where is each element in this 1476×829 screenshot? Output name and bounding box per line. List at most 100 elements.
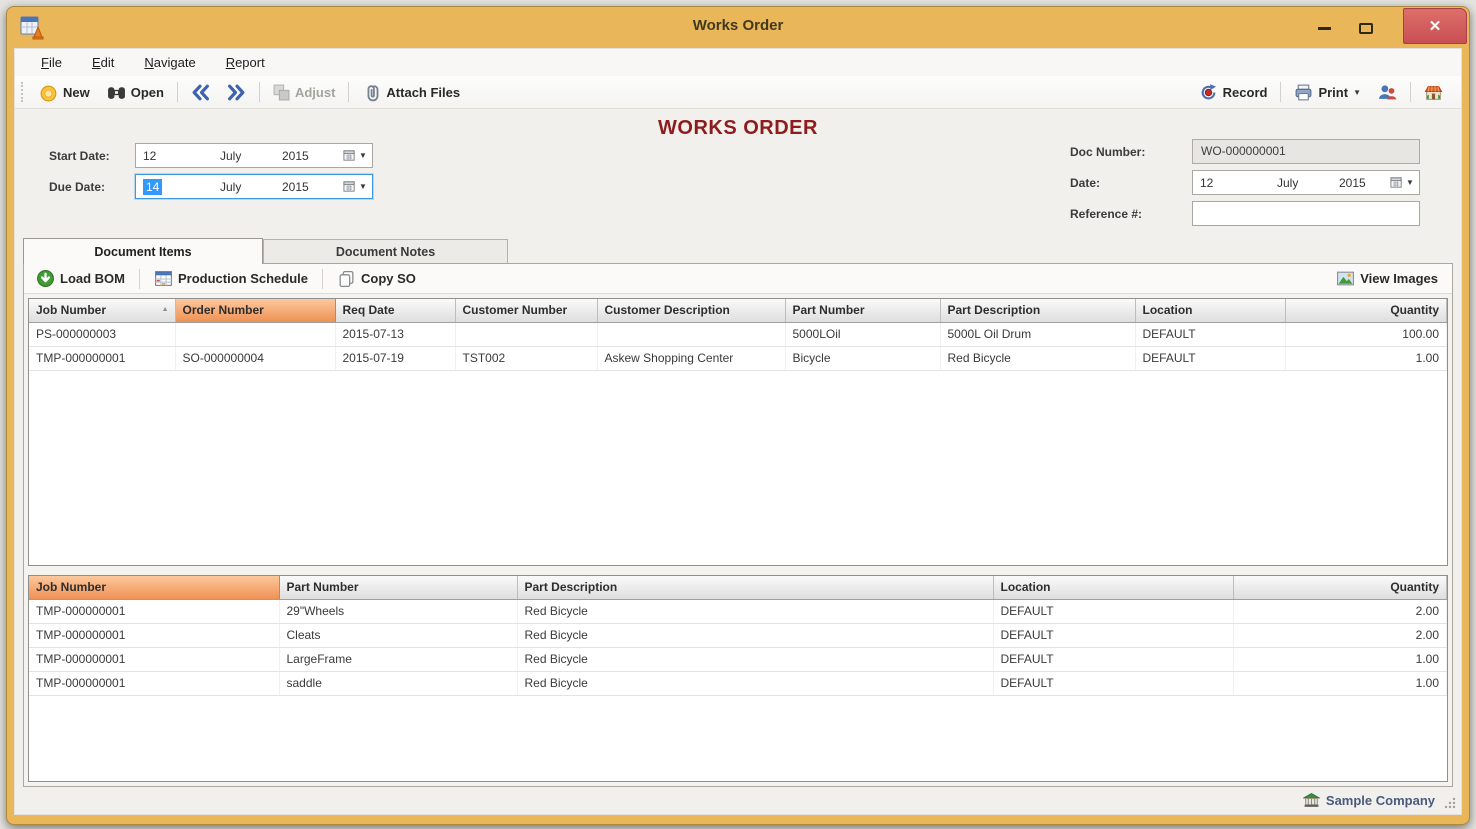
open-button[interactable]: Open	[103, 80, 168, 105]
doc-date-day[interactable]: 12	[1193, 176, 1277, 190]
column-header[interactable]: Part Description	[940, 299, 1135, 322]
table-cell[interactable]: 2.00	[1233, 623, 1447, 647]
column-header[interactable]: Quantity	[1233, 576, 1447, 599]
adjust-button[interactable]: Adjust	[269, 81, 339, 104]
table-cell[interactable]: DEFAULT	[1135, 322, 1285, 346]
column-header[interactable]: Quantity	[1285, 299, 1447, 322]
reference-input[interactable]	[1192, 201, 1420, 226]
table-cell[interactable]: DEFAULT	[993, 647, 1233, 671]
due-date-year[interactable]: 2015	[282, 180, 338, 194]
start-date-month[interactable]: July	[220, 149, 282, 163]
table-cell[interactable]: LargeFrame	[279, 647, 517, 671]
table-cell[interactable]: Red Bicycle	[517, 671, 993, 695]
table-cell[interactable]: Red Bicycle	[940, 346, 1135, 370]
column-header[interactable]: Job Number	[29, 576, 279, 599]
table-cell[interactable]: TMP-000000001	[29, 647, 279, 671]
table-cell[interactable]	[175, 322, 335, 346]
column-header[interactable]: Part Number	[279, 576, 517, 599]
table-cell[interactable]: 1.00	[1233, 647, 1447, 671]
table-cell[interactable]: 100.00	[1285, 322, 1447, 346]
table-row[interactable]: TMP-00000000129"WheelsRed BicycleDEFAULT…	[29, 599, 1447, 623]
record-button[interactable]: Record	[1195, 80, 1272, 105]
table-cell[interactable]: Askew Shopping Center	[597, 346, 785, 370]
column-header[interactable]: Job Number▲	[29, 299, 175, 322]
maximize-button[interactable]	[1347, 13, 1385, 43]
table-cell[interactable]: DEFAULT	[1135, 346, 1285, 370]
table-cell[interactable]: 2.00	[1233, 599, 1447, 623]
table-cell[interactable]	[455, 322, 597, 346]
minimize-button[interactable]	[1305, 13, 1343, 43]
production-schedule-button[interactable]: Production Schedule	[150, 266, 312, 291]
toolbar-grip[interactable]	[21, 82, 24, 102]
table-cell[interactable]: Cleats	[279, 623, 517, 647]
store-button[interactable]	[1420, 80, 1447, 105]
load-bom-button[interactable]: Load BOM	[32, 266, 129, 291]
tab-document-items[interactable]: Document Items	[23, 238, 263, 264]
due-date-field[interactable]: 14 July 2015 ▼	[135, 174, 373, 199]
menu-file[interactable]: File	[41, 55, 62, 70]
view-images-button[interactable]: View Images	[1332, 266, 1442, 291]
start-date-field[interactable]: 12 July 2015 ▼	[135, 143, 373, 168]
table-row[interactable]: TMP-000000001SO-0000000042015-07-19TST00…	[29, 346, 1447, 370]
table-row[interactable]: TMP-000000001CleatsRed BicycleDEFAULT2.0…	[29, 623, 1447, 647]
start-date-calendar-button[interactable]: ▼	[338, 149, 372, 162]
copy-so-button[interactable]: Copy SO	[333, 266, 420, 291]
table-cell[interactable]: TMP-000000001	[29, 599, 279, 623]
table-cell[interactable]: 2015-07-13	[335, 322, 455, 346]
doc-date-year[interactable]: 2015	[1339, 176, 1385, 190]
due-date-day[interactable]: 14	[136, 180, 220, 194]
column-header[interactable]: Location	[993, 576, 1233, 599]
column-header[interactable]: Order Number	[175, 299, 335, 322]
table-cell[interactable]: Bicycle	[785, 346, 940, 370]
menu-report[interactable]: Report	[226, 55, 265, 70]
menu-edit[interactable]: Edit	[92, 55, 114, 70]
table-cell[interactable]: Red Bicycle	[517, 623, 993, 647]
resize-grip[interactable]	[1444, 797, 1456, 809]
table-cell[interactable]: 1.00	[1233, 671, 1447, 695]
table-cell[interactable]: 5000L Oil Drum	[940, 322, 1135, 346]
table-cell[interactable]: DEFAULT	[993, 599, 1233, 623]
doc-date-field[interactable]: 12 July 2015 ▼	[1192, 170, 1420, 195]
tab-document-notes[interactable]: Document Notes	[263, 239, 508, 263]
table-cell[interactable]: 1.00	[1285, 346, 1447, 370]
table-cell[interactable]: TMP-000000001	[29, 671, 279, 695]
column-header[interactable]: Customer Number	[455, 299, 597, 322]
attach-files-button[interactable]: Attach Files	[358, 80, 464, 105]
due-date-calendar-button[interactable]: ▼	[338, 180, 372, 193]
table-cell[interactable]: TMP-000000001	[29, 346, 175, 370]
start-date-year[interactable]: 2015	[282, 149, 338, 163]
column-header[interactable]: Part Description	[517, 576, 993, 599]
column-header[interactable]: Req Date	[335, 299, 455, 322]
due-date-month[interactable]: July	[220, 180, 282, 194]
table-cell[interactable]: DEFAULT	[993, 623, 1233, 647]
print-dropdown-caret[interactable]: ▼	[1353, 88, 1361, 97]
next-record-button[interactable]	[223, 80, 250, 105]
table-cell[interactable]: TST002	[455, 346, 597, 370]
close-button[interactable]: ✕	[1403, 8, 1467, 44]
table-cell[interactable]: TMP-000000001	[29, 623, 279, 647]
table-cell[interactable]: 2015-07-19	[335, 346, 455, 370]
doc-date-month[interactable]: July	[1277, 176, 1339, 190]
table-cell[interactable]: Red Bicycle	[517, 647, 993, 671]
table-cell[interactable]: Red Bicycle	[517, 599, 993, 623]
table-cell[interactable]	[597, 322, 785, 346]
table-cell[interactable]: PS-000000003	[29, 322, 175, 346]
column-header[interactable]: Location	[1135, 299, 1285, 322]
table-row[interactable]: PS-000000003 2015-07-13 5000LOil5000L Oil …	[29, 322, 1447, 346]
users-button[interactable]	[1374, 80, 1401, 105]
menu-navigate[interactable]: Navigate	[144, 55, 195, 70]
table-cell[interactable]: 5000LOil	[785, 322, 940, 346]
column-header[interactable]: Customer Description	[597, 299, 785, 322]
table-cell[interactable]: SO-000000004	[175, 346, 335, 370]
table-cell[interactable]: saddle	[279, 671, 517, 695]
table-row[interactable]: TMP-000000001LargeFrameRed BicycleDEFAUL…	[29, 647, 1447, 671]
table-cell[interactable]: DEFAULT	[993, 671, 1233, 695]
start-date-day[interactable]: 12	[136, 149, 220, 163]
doc-date-calendar-button[interactable]: ▼	[1385, 176, 1419, 189]
new-button[interactable]: New	[35, 80, 94, 105]
table-cell[interactable]: 29"Wheels	[279, 599, 517, 623]
table-row[interactable]: TMP-000000001saddleRed BicycleDEFAULT1.0…	[29, 671, 1447, 695]
previous-record-button[interactable]	[187, 80, 214, 105]
column-header[interactable]: Part Number	[785, 299, 940, 322]
print-button[interactable]: Print ▼	[1290, 80, 1365, 105]
